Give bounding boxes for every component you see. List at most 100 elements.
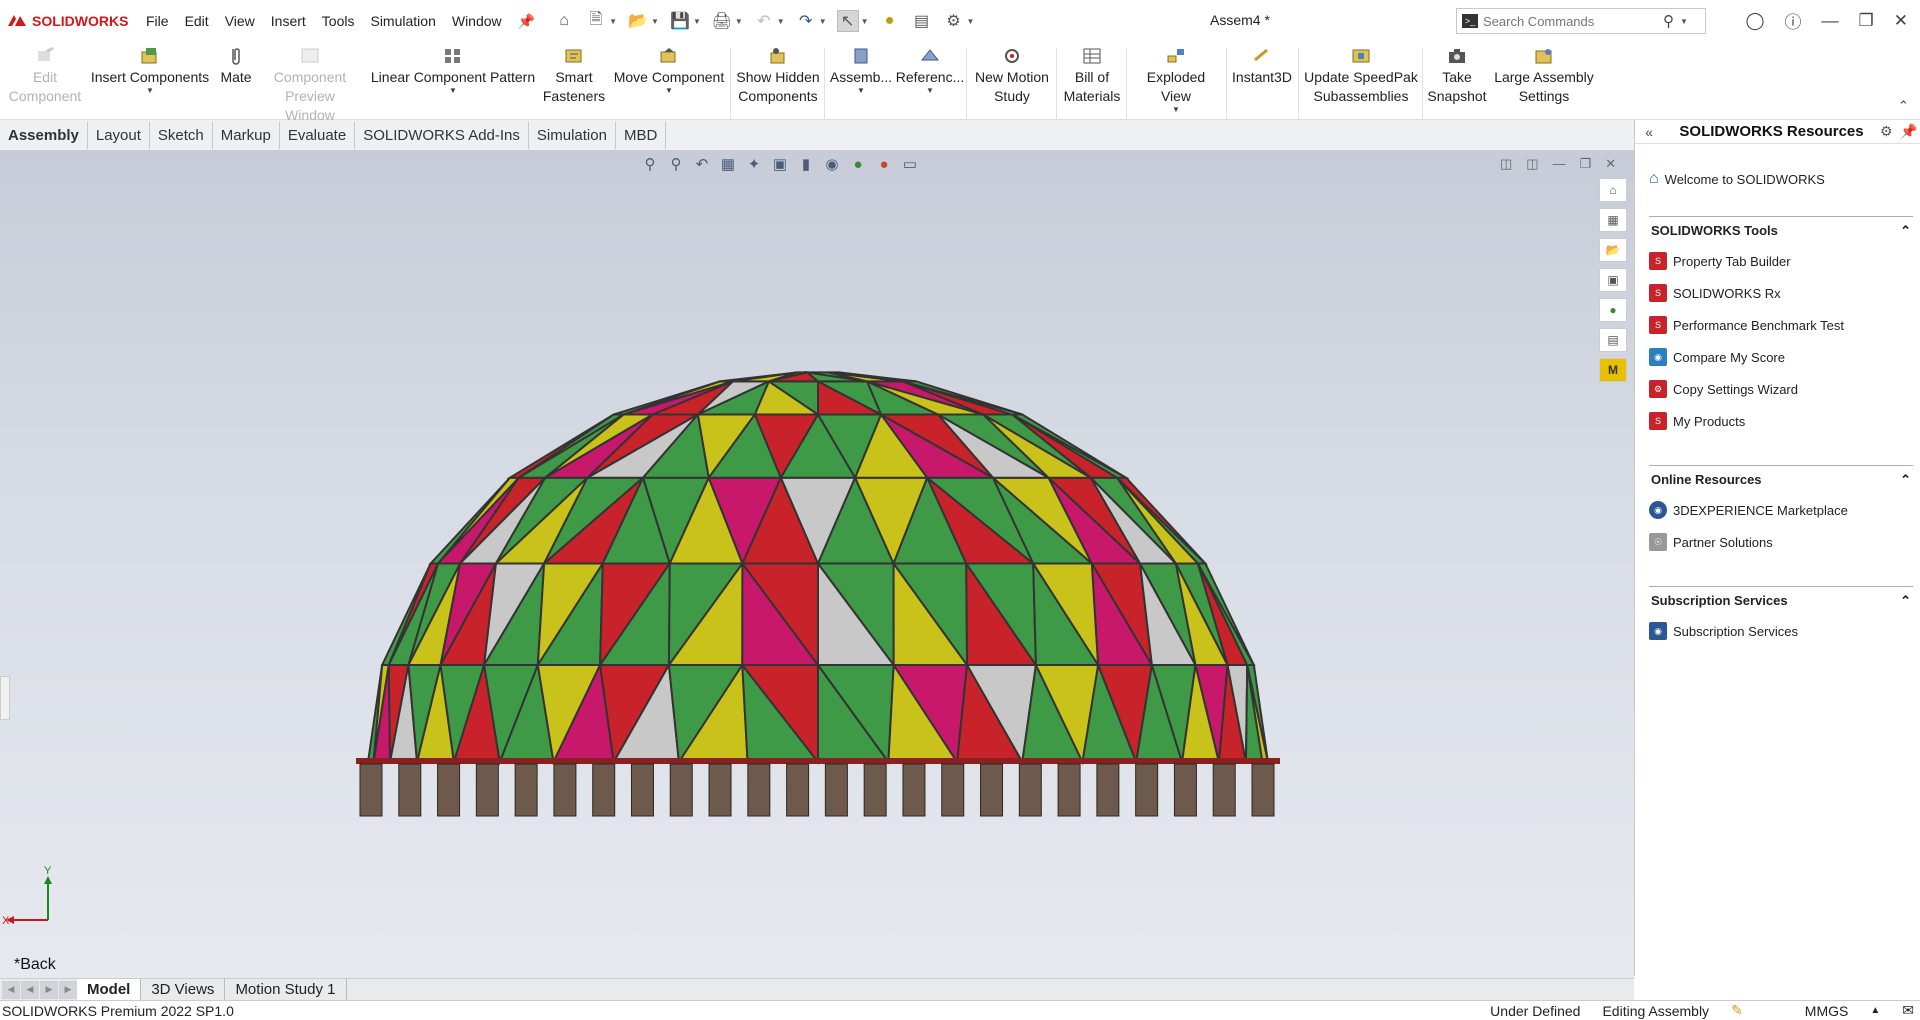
tab-sketch[interactable]: Sketch bbox=[150, 121, 213, 149]
search-icon[interactable]: ⚲ bbox=[1663, 12, 1674, 30]
search-input[interactable] bbox=[1483, 13, 1663, 29]
collapse-section-icon[interactable]: ⌃ bbox=[1900, 593, 1911, 609]
pane-settings-gear-icon[interactable]: ⚙ bbox=[1880, 123, 1900, 140]
exploded-view-button[interactable]: Exploded View ▼ bbox=[1130, 46, 1222, 114]
redo-icon[interactable]: ↷ bbox=[795, 10, 817, 32]
collapse-section-icon[interactable]: ⌃ bbox=[1900, 223, 1911, 239]
rebuild-icon[interactable]: ● bbox=[879, 10, 901, 32]
file-explorer-icon[interactable]: 📂 bbox=[1599, 238, 1627, 262]
chevron-down-icon[interactable]: ▼ bbox=[926, 87, 934, 95]
last-tab-icon[interactable]: ▶ bbox=[59, 980, 77, 999]
options-gear-icon[interactable]: ⚙ bbox=[943, 10, 965, 32]
tool-copy-settings[interactable]: ⚙ Copy Settings Wizard bbox=[1649, 373, 1913, 405]
chevron-down-icon[interactable]: ▼ bbox=[735, 17, 743, 26]
update-speedpak-button[interactable]: Update SpeedPak Subassemblies bbox=[1302, 46, 1420, 106]
tab-layout[interactable]: Layout bbox=[88, 121, 150, 149]
subscription-section-header[interactable]: Subscription Services ⌃ bbox=[1649, 591, 1913, 615]
user-account-icon[interactable]: ◯ bbox=[1745, 11, 1764, 31]
mysolidworks-icon[interactable]: M bbox=[1599, 358, 1627, 382]
online-partner-solutions[interactable]: ☉ Partner Solutions bbox=[1649, 526, 1913, 558]
unit-system[interactable]: MMGS bbox=[1805, 1003, 1849, 1019]
collapse-pane-icon[interactable]: « bbox=[1635, 124, 1663, 140]
tab-evaluate[interactable]: Evaluate bbox=[280, 121, 356, 149]
tab-motion-study-1[interactable]: Motion Study 1 bbox=[225, 978, 347, 1001]
tool-property-tab-builder[interactable]: S Property Tab Builder bbox=[1649, 245, 1913, 277]
home-icon[interactable]: ⌂ bbox=[553, 10, 575, 32]
tool-solidworks-rx[interactable]: S SOLIDWORKS Rx bbox=[1649, 277, 1913, 309]
assembly-features-button[interactable]: Assemb... ▼ bbox=[828, 46, 894, 95]
pin-icon[interactable]: 📌 bbox=[510, 13, 543, 30]
tab-3d-views[interactable]: 3D Views bbox=[141, 978, 226, 1001]
tab-mbd[interactable]: MBD bbox=[616, 121, 667, 149]
chevron-down-icon[interactable]: ▼ bbox=[146, 87, 154, 95]
tab-addins[interactable]: SOLIDWORKS Add-Ins bbox=[355, 121, 529, 149]
tab-model[interactable]: Model bbox=[77, 978, 142, 1001]
close-icon[interactable]: ✕ bbox=[1894, 11, 1908, 31]
subscription-services-link[interactable]: ◉ Subscription Services bbox=[1649, 615, 1913, 647]
chevron-down-icon[interactable]: ▼ bbox=[449, 87, 457, 95]
tools-section-header[interactable]: SOLIDWORKS Tools ⌃ bbox=[1649, 221, 1913, 245]
geodesic-dome-model[interactable] bbox=[0, 150, 1634, 978]
next-tab-icon[interactable]: ▶ bbox=[40, 980, 58, 999]
smart-fasteners-button[interactable]: Smart Fasteners bbox=[542, 46, 606, 106]
first-tab-icon[interactable]: ◀ bbox=[2, 980, 20, 999]
menu-view[interactable]: View bbox=[217, 13, 263, 29]
tool-benchmark[interactable]: S Performance Benchmark Test bbox=[1649, 309, 1913, 341]
tab-simulation[interactable]: Simulation bbox=[529, 121, 616, 149]
chevron-down-icon[interactable]: ▼ bbox=[609, 17, 617, 26]
collapse-section-icon[interactable]: ⌃ bbox=[1900, 472, 1911, 488]
new-motion-study-button[interactable]: New Motion Study bbox=[970, 46, 1054, 106]
menu-tools[interactable]: Tools bbox=[314, 13, 363, 29]
search-commands-box[interactable]: >_ ⚲ ▼ bbox=[1456, 8, 1706, 34]
new-document-icon[interactable]: 🗎 bbox=[585, 10, 607, 32]
collapse-ribbon-icon[interactable]: ⌃ bbox=[1898, 98, 1909, 114]
chevron-down-icon[interactable]: ▼ bbox=[693, 17, 701, 26]
chevron-down-icon[interactable]: ▼ bbox=[777, 17, 785, 26]
save-icon[interactable]: 💾 bbox=[669, 10, 691, 32]
comments-icon[interactable]: ✉ bbox=[1902, 1002, 1914, 1019]
bill-of-materials-button[interactable]: Bill of Materials bbox=[1060, 46, 1124, 106]
chevron-up-icon[interactable]: ▲ bbox=[1870, 1005, 1880, 1016]
welcome-link[interactable]: ⌂ Welcome to SOLIDWORKS bbox=[1649, 170, 1913, 188]
chevron-down-icon[interactable]: ▼ bbox=[819, 17, 827, 26]
help-icon[interactable]: ⓘ bbox=[1785, 8, 1802, 33]
chevron-down-icon[interactable]: ▼ bbox=[857, 87, 865, 95]
edit-component-button[interactable]: Edit Component bbox=[8, 46, 82, 106]
move-component-button[interactable]: Move Component ▼ bbox=[610, 46, 728, 95]
menu-file[interactable]: File bbox=[138, 13, 177, 29]
prev-tab-icon[interactable]: ◀ bbox=[21, 980, 39, 999]
mate-button[interactable]: Mate bbox=[216, 46, 256, 87]
menu-simulation[interactable]: Simulation bbox=[362, 13, 443, 29]
file-properties-icon[interactable]: ▤ bbox=[911, 10, 933, 32]
custom-properties-icon[interactable]: ▤ bbox=[1599, 328, 1627, 352]
tab-markup[interactable]: Markup bbox=[213, 121, 280, 149]
select-pointer-icon[interactable]: ↖ bbox=[836, 10, 859, 32]
insert-components-button[interactable]: Insert Components ▼ bbox=[90, 46, 210, 95]
component-preview-button[interactable]: Component Preview Window bbox=[262, 46, 358, 125]
resources-home-icon[interactable]: ⌂ bbox=[1599, 178, 1627, 202]
undo-icon[interactable]: ↶ bbox=[753, 10, 775, 32]
menu-insert[interactable]: Insert bbox=[263, 13, 314, 29]
menu-window[interactable]: Window bbox=[444, 13, 510, 29]
large-assembly-settings-button[interactable]: Large Assembly Settings bbox=[1492, 46, 1596, 106]
design-library-icon[interactable]: ▦ bbox=[1599, 208, 1627, 232]
view-palette-icon[interactable]: ▣ bbox=[1599, 268, 1627, 292]
show-hidden-button[interactable]: Show Hidden Components bbox=[734, 46, 822, 106]
print-icon[interactable]: 🖨 bbox=[711, 10, 733, 32]
chevron-down-icon[interactable]: ▼ bbox=[1172, 106, 1180, 114]
linear-pattern-button[interactable]: Linear Component Pattern ▼ bbox=[368, 46, 538, 95]
pane-pin-icon[interactable]: 📌 bbox=[1900, 123, 1920, 140]
chevron-down-icon[interactable]: ▼ bbox=[665, 87, 673, 95]
minimize-icon[interactable]: — bbox=[1822, 11, 1839, 31]
tool-compare-score[interactable]: ◉ Compare My Score bbox=[1649, 341, 1913, 373]
tool-my-products[interactable]: S My Products bbox=[1649, 405, 1913, 437]
solidworks-logo[interactable]: SOLIDWORKS bbox=[6, 13, 138, 29]
appearances-icon[interactable]: ● bbox=[1599, 298, 1627, 322]
chevron-down-icon[interactable]: ▼ bbox=[1680, 17, 1688, 26]
instant3d-button[interactable]: Instant3D bbox=[1230, 46, 1294, 87]
online-3dexperience[interactable]: ◉ 3DEXPERIENCE Marketplace bbox=[1649, 494, 1913, 526]
menu-edit[interactable]: Edit bbox=[177, 13, 217, 29]
tab-assembly[interactable]: Assembly bbox=[0, 121, 88, 149]
rebuild-status-icon[interactable]: ✎ bbox=[1731, 1002, 1743, 1019]
take-snapshot-button[interactable]: Take Snapshot bbox=[1424, 46, 1490, 106]
